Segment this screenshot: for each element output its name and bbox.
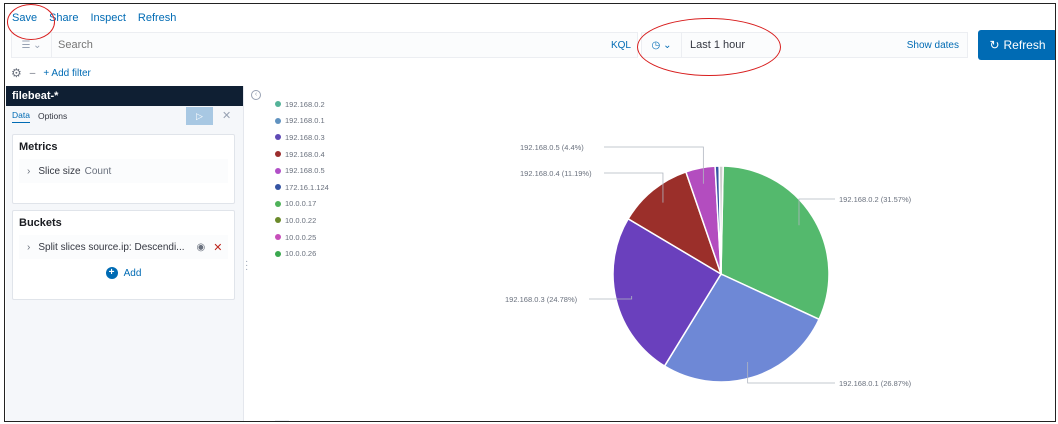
legend-item[interactable]: 10.0.0.25	[275, 229, 329, 246]
legend-swatch	[275, 217, 281, 224]
inspect-link[interactable]: Inspect	[90, 12, 125, 28]
legend-swatch	[275, 151, 281, 158]
add-label: Add	[123, 267, 142, 279]
pie-chart: 192.168.0.2 (31.57%) 192.168.0.1 (26.87%)…	[505, 143, 912, 388]
filter-bar: ⚙ – + Add filter	[11, 64, 91, 82]
clock-icon: ◷	[651, 39, 661, 51]
legend-label: 192.168.0.1	[285, 116, 325, 126]
add-button[interactable]: + Add	[13, 267, 234, 279]
legend-item[interactable]: 192.168.0.5	[275, 162, 329, 179]
legend-label: 192.168.0.4	[285, 149, 325, 159]
share-link[interactable]: Share	[49, 12, 78, 28]
metrics-heading: Metrics	[19, 141, 58, 153]
apply-changes-button[interactable]: ▷	[186, 107, 213, 125]
calendar-quick-menu[interactable]: ◷ ⌄	[642, 33, 682, 57]
refresh-link[interactable]: Refresh	[138, 12, 177, 28]
legend-swatch	[275, 167, 281, 174]
query-bar: ☰ ⌄ KQL ◷ ⌄ Last 1 hour Show dates ↻ Ref…	[5, 30, 1055, 62]
legend-item[interactable]: 10.0.0.26	[275, 245, 329, 262]
collapse-icon[interactable]: ‹	[251, 90, 261, 100]
tab-options[interactable]: Options	[38, 111, 67, 121]
discard-icon[interactable]: ✕	[222, 109, 231, 122]
legend-label: 10.0.0.26	[285, 249, 317, 259]
eye-icon[interactable]: ◉	[197, 242, 206, 253]
date-picker: ◷ ⌄ Last 1 hour Show dates	[641, 32, 968, 58]
refresh-button-label: Refresh	[1003, 38, 1046, 52]
index-pattern-title: filebeat-*	[6, 86, 243, 106]
tab-data[interactable]: Data	[12, 110, 30, 123]
chevron-down-icon: ⌄	[663, 39, 672, 51]
legend-item[interactable]: 10.0.0.17	[275, 196, 329, 213]
metric-value: Count	[84, 165, 112, 177]
bucket-label: Split slices source.ip: Descendi...	[38, 241, 185, 253]
scroll-indicator	[275, 420, 289, 421]
buckets-heading: Buckets	[19, 217, 62, 229]
legend-swatch	[275, 117, 281, 124]
resize-handle-icon[interactable]: · · ·	[245, 257, 248, 275]
legend-label: 192.168.0.5	[285, 166, 325, 176]
filter-separator: –	[29, 67, 36, 79]
remove-icon[interactable]: ✕	[213, 241, 222, 254]
vis-editor-sidebar: filebeat-* Data Options ▷ ✕ Metrics › Sl…	[6, 86, 244, 421]
chevron-right-icon: ›	[27, 165, 31, 177]
plus-icon: +	[105, 267, 118, 279]
legend-label: 10.0.0.17	[285, 199, 317, 209]
bucket-split-slices[interactable]: › Split slices source.ip: Descendi... ◉ …	[19, 235, 228, 259]
add-filter-link[interactable]: + Add filter	[43, 68, 91, 79]
legend-item[interactable]: 192.168.0.1	[275, 113, 329, 130]
legend-item[interactable]: 10.0.0.22	[275, 212, 329, 229]
show-dates-link[interactable]: Show dates	[907, 40, 967, 51]
legend-item[interactable]: 192.168.0.3	[275, 129, 329, 146]
saved-query-icon[interactable]: ☰ ⌄	[12, 33, 52, 57]
legend-swatch	[275, 234, 281, 241]
gear-icon[interactable]: ⚙	[11, 66, 22, 80]
save-link[interactable]: Save	[12, 12, 37, 28]
buckets-panel: Buckets › Split slices source.ip: Descen…	[12, 210, 235, 300]
chevron-right-icon: ›	[27, 241, 31, 253]
chart-legend: 192.168.0.2 192.168.0.1 192.168.0.3 192.168…	[275, 96, 329, 262]
legend-label: 10.0.0.22	[285, 215, 317, 225]
legend-label: 10.0.0.25	[285, 232, 317, 242]
metrics-panel: Metrics › Slice size Count	[12, 134, 235, 204]
legend-swatch	[275, 101, 281, 108]
metric-slice-size[interactable]: › Slice size Count	[19, 159, 228, 183]
top-nav-menu: Save Share Inspect Refresh	[12, 12, 176, 28]
legend-label: 172.16.1.124	[285, 182, 329, 192]
refresh-icon: ↻	[989, 38, 1000, 52]
date-range-text[interactable]: Last 1 hour	[682, 39, 907, 51]
legend-swatch	[275, 200, 281, 207]
slice-label: 192.168.0.1 (26.87%)	[839, 379, 912, 388]
legend-swatch	[275, 184, 281, 191]
legend-item[interactable]: 192.168.0.2	[275, 96, 329, 113]
legend-swatch	[275, 250, 281, 257]
legend-item[interactable]: 192.168.0.4	[275, 146, 329, 163]
visualize-app: Save Share Inspect Refresh ☰ ⌄ KQL ◷ ⌄ L…	[4, 3, 1056, 422]
slice-label: 192.168.0.5 (4.4%)	[520, 143, 584, 152]
slice-label: 192.168.0.3 (24.78%)	[505, 295, 578, 304]
slice-label: 192.168.0.2 (31.57%)	[839, 195, 912, 204]
legend-swatch	[275, 134, 281, 141]
kql-toggle[interactable]: KQL	[605, 40, 637, 51]
slice-label: 192.168.0.4 (11.19%)	[520, 169, 592, 178]
legend-item[interactable]: 172.16.1.124	[275, 179, 329, 196]
search-input[interactable]	[52, 39, 605, 51]
editor-tabs: Data Options ▷ ✕	[6, 106, 243, 126]
legend-label: 192.168.0.3	[285, 132, 325, 142]
refresh-button[interactable]: ↻ Refresh	[978, 30, 1055, 60]
legend-label: 192.168.0.2	[285, 99, 325, 109]
metric-label: Slice size	[38, 165, 81, 177]
search-box: ☰ ⌄ KQL	[11, 32, 638, 58]
